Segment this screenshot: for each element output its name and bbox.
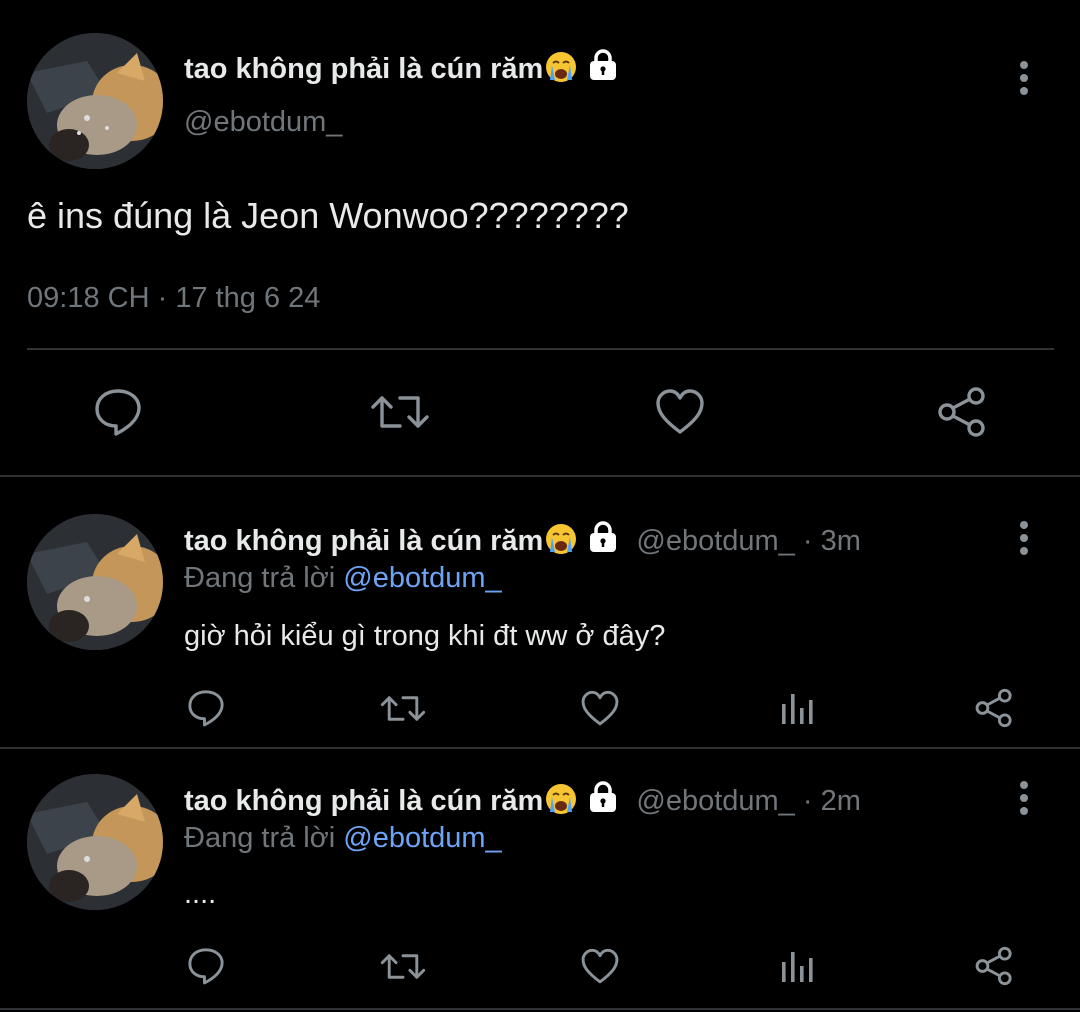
reply-icon — [95, 389, 141, 436]
retweet-icon — [380, 954, 426, 979]
more-options-button[interactable] — [1014, 778, 1034, 818]
share-button[interactable] — [936, 386, 988, 438]
tweet-time: 09:18 CH — [27, 282, 150, 314]
lock-icon — [586, 520, 620, 554]
avatar[interactable] — [27, 33, 163, 169]
reply-button[interactable] — [186, 946, 226, 986]
handle-separator: · — [802, 525, 813, 557]
avatar-dog-image — [27, 33, 163, 169]
more-options-button[interactable] — [1014, 518, 1034, 558]
like-icon — [581, 948, 619, 984]
analytics-icon — [782, 694, 813, 724]
lock-icon — [586, 48, 620, 82]
share-button[interactable] — [974, 946, 1014, 986]
share-icon — [938, 387, 985, 437]
avatar[interactable] — [27, 514, 163, 650]
tweet-text: ê ins đúng là Jeon Wonwoo???????? — [27, 195, 629, 236]
replying-to: Đang trả lời @ebotdum_ — [184, 822, 502, 855]
like-icon — [581, 690, 619, 726]
author-handle[interactable]: @ebotdum_ — [636, 785, 794, 817]
author-name[interactable]: tao không phải là cún răm — [184, 785, 543, 817]
like-button[interactable] — [580, 690, 620, 727]
reply-icon — [188, 948, 224, 985]
author-name-row[interactable]: tao không phải là cún răm — [184, 48, 620, 86]
timestamp-separator: · — [157, 282, 168, 314]
retweet-icon — [371, 396, 429, 428]
avatar-dog-image — [27, 774, 163, 910]
more-options-button[interactable] — [1014, 58, 1034, 98]
reply-button[interactable] — [92, 386, 144, 438]
retweet-button[interactable] — [380, 690, 426, 727]
reply-button[interactable] — [186, 688, 226, 728]
tweet-date: 17 thg 6 24 — [175, 282, 321, 314]
share-button[interactable] — [974, 688, 1014, 728]
avatar-dog-image — [27, 514, 163, 650]
divider — [27, 348, 1054, 350]
crying-face-emoji — [544, 50, 578, 84]
analytics-button[interactable] — [778, 948, 816, 984]
author-name-row[interactable]: tao không phải là cún răm @ebotdum_ · 2m — [184, 780, 861, 818]
like-button[interactable] — [654, 388, 706, 436]
crying-face-emoji — [544, 522, 578, 556]
reply-text: giờ hỏi kiểu gì trong khi đt ww ở đây? — [184, 620, 666, 652]
replying-to: Đang trả lời @ebotdum_ — [184, 562, 502, 595]
author-name[interactable]: tao không phải là cún răm — [184, 525, 543, 557]
share-icon — [975, 688, 1012, 728]
lock-icon — [586, 780, 620, 814]
replying-to-mention[interactable]: @ebotdum_ — [343, 822, 501, 854]
like-button[interactable] — [580, 948, 620, 985]
crying-face-emoji — [544, 782, 578, 816]
author-name[interactable]: tao không phải là cún răm — [184, 53, 543, 85]
author-handle[interactable]: @ebotdum_ — [636, 525, 794, 557]
reply-icon — [188, 690, 224, 727]
retweet-button[interactable] — [380, 948, 426, 985]
analytics-button[interactable] — [778, 690, 816, 726]
author-handle[interactable]: @ebotdum_ — [184, 106, 342, 139]
divider — [0, 1008, 1080, 1010]
author-name-row[interactable]: tao không phải là cún răm @ebotdum_ · 3m — [184, 520, 861, 558]
tweet-timestamp: 09:18 CH · 17 thg 6 24 — [27, 282, 320, 315]
share-icon — [975, 946, 1012, 986]
handle-separator: · — [802, 785, 813, 817]
divider — [0, 747, 1080, 749]
analytics-icon — [782, 952, 813, 982]
reply-age: 2m — [820, 785, 861, 817]
replying-to-label: Đang trả lời — [184, 822, 336, 854]
reply-age: 3m — [820, 525, 861, 557]
reply-text: .... — [184, 878, 217, 910]
divider — [0, 475, 1080, 477]
avatar[interactable] — [27, 774, 163, 910]
replying-to-mention[interactable]: @ebotdum_ — [343, 562, 501, 594]
retweet-button[interactable] — [370, 388, 430, 436]
replying-to-label: Đang trả lời — [184, 562, 336, 594]
retweet-icon — [380, 696, 426, 721]
like-icon — [656, 389, 704, 434]
